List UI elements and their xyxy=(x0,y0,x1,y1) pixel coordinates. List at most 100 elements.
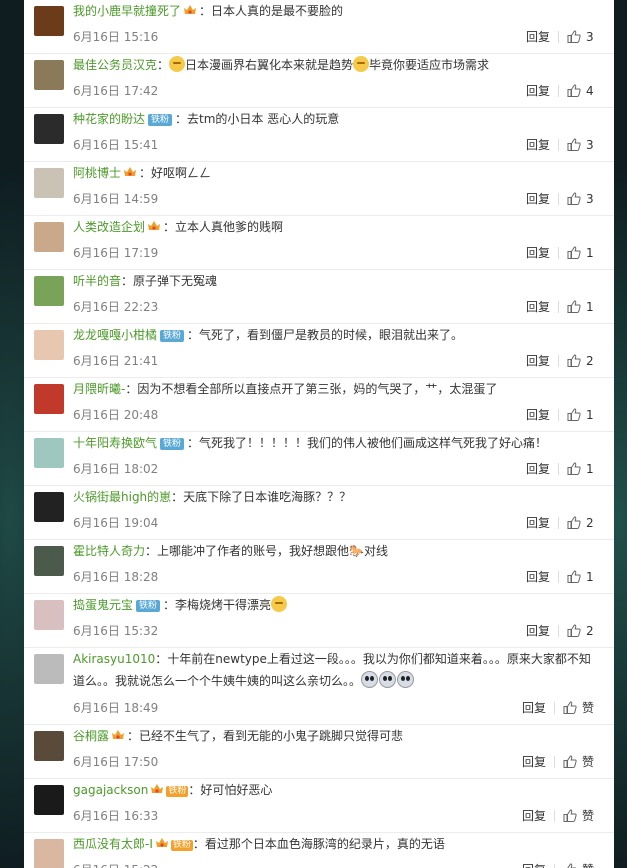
comment-actions: 回复 4 xyxy=(526,82,594,99)
vip-crown-icon xyxy=(155,836,169,848)
reply-button[interactable]: 回复 xyxy=(526,28,550,45)
like-count[interactable]: 赞 xyxy=(582,699,594,716)
like-count[interactable]: 赞 xyxy=(582,753,594,770)
like-count[interactable]: 1 xyxy=(586,300,594,314)
avatar[interactable] xyxy=(34,785,64,815)
avatar[interactable] xyxy=(34,438,64,468)
like-thumb-icon[interactable] xyxy=(567,624,581,637)
reply-button[interactable]: 回复 xyxy=(522,753,546,770)
like-thumb-icon[interactable] xyxy=(567,84,581,97)
reply-button[interactable]: 回复 xyxy=(526,406,550,423)
vip-crown-icon xyxy=(183,3,197,15)
comment-item: Akirasyu1010：十年前在newtype上看过这一段。。。我以为你们都知… xyxy=(24,648,614,725)
username-link[interactable]: 阿桃博士 xyxy=(73,166,121,180)
like-thumb-icon[interactable] xyxy=(567,408,581,421)
reply-button[interactable]: 回复 xyxy=(522,807,546,824)
reply-button[interactable]: 回复 xyxy=(526,568,550,585)
comment-text-line: Akirasyu1010：十年前在newtype上看过这一段。。。我以为你们都知… xyxy=(73,648,602,692)
avatar[interactable] xyxy=(34,60,64,90)
reply-button[interactable]: 回复 xyxy=(526,352,550,369)
like-thumb-icon[interactable] xyxy=(567,516,581,529)
timestamp: 6月16日 18:28 xyxy=(73,570,159,584)
reply-button[interactable]: 回复 xyxy=(526,460,550,477)
username-link[interactable]: 捣蛋鬼元宝 xyxy=(73,598,133,612)
like-thumb-icon[interactable] xyxy=(567,570,581,583)
timestamp: 6月16日 15:16 xyxy=(73,30,159,44)
comment-actions: 回复 1 xyxy=(526,568,594,585)
username-link[interactable]: 人类改造企划 xyxy=(73,220,145,234)
avatar[interactable] xyxy=(34,276,64,306)
reply-button[interactable]: 回复 xyxy=(522,699,546,716)
like-count[interactable]: 赞 xyxy=(582,807,594,824)
avatar[interactable] xyxy=(34,839,64,868)
timestamp: 6月16日 15:32 xyxy=(73,624,159,638)
reply-button[interactable]: 回复 xyxy=(526,298,550,315)
reply-button[interactable]: 回复 xyxy=(526,622,550,639)
avatar[interactable] xyxy=(34,114,64,144)
avatar[interactable] xyxy=(34,546,64,576)
like-thumb-icon[interactable] xyxy=(563,863,577,868)
comment-text: ：好可怕好恶心 xyxy=(188,783,273,797)
like-thumb-icon[interactable] xyxy=(567,192,581,205)
like-thumb-icon[interactable] xyxy=(567,354,581,367)
comment-text-line: 龙龙嘎嘎小柑橘 铁粉 ：气死了，看到僵尸是教员的时候，眼泪就出来了。 xyxy=(73,326,602,345)
vip-crown-icon xyxy=(150,782,164,794)
like-thumb-icon[interactable] xyxy=(563,755,577,768)
comment-actions: 回复 3 xyxy=(526,28,594,45)
username-link[interactable]: 十年阳寿换欧气 xyxy=(73,436,157,450)
username-link[interactable]: gagajackson xyxy=(73,783,148,797)
avatar[interactable] xyxy=(34,600,64,630)
reply-button[interactable]: 回复 xyxy=(526,514,550,531)
like-thumb-icon[interactable] xyxy=(563,809,577,822)
avatar[interactable] xyxy=(34,384,64,414)
like-count[interactable]: 2 xyxy=(586,516,594,530)
username-link[interactable]: 最佳公务员汉克 xyxy=(73,58,157,72)
like-thumb-icon[interactable] xyxy=(567,138,581,151)
like-count[interactable]: 3 xyxy=(586,192,594,206)
avatar[interactable] xyxy=(34,731,64,761)
username-link[interactable]: 月隈昕曦- xyxy=(73,382,125,396)
like-count[interactable]: 4 xyxy=(586,84,594,98)
avatar[interactable] xyxy=(34,654,64,684)
like-count[interactable]: 3 xyxy=(586,138,594,152)
fan-badge: 铁粉 xyxy=(148,114,173,126)
reply-button[interactable]: 回复 xyxy=(526,136,550,153)
reply-button[interactable]: 回复 xyxy=(522,861,546,868)
like-count[interactable]: 1 xyxy=(586,246,594,260)
divider xyxy=(558,462,559,475)
username-link[interactable]: 龙龙嘎嘎小柑橘 xyxy=(73,328,157,342)
like-count[interactable]: 1 xyxy=(586,408,594,422)
like-count[interactable]: 赞 xyxy=(582,861,594,868)
like-count[interactable]: 1 xyxy=(586,570,594,584)
like-thumb-icon[interactable] xyxy=(567,246,581,259)
like-count[interactable]: 3 xyxy=(586,30,594,44)
like-count[interactable]: 2 xyxy=(586,354,594,368)
avatar[interactable] xyxy=(34,330,64,360)
avatar[interactable] xyxy=(34,222,64,252)
username-link[interactable]: 我的小鹿早就撞死了 xyxy=(73,4,181,18)
username-link[interactable]: Akirasyu1010 xyxy=(73,652,155,666)
avatar[interactable] xyxy=(34,168,64,198)
avatar[interactable] xyxy=(34,6,64,36)
like-thumb-icon[interactable] xyxy=(563,701,577,714)
divider xyxy=(558,192,559,205)
username-link[interactable]: 霍比特人奇力 xyxy=(73,544,145,558)
reply-button[interactable]: 回复 xyxy=(526,82,550,99)
like-count[interactable]: 2 xyxy=(586,624,594,638)
like-count[interactable]: 1 xyxy=(586,462,594,476)
like-thumb-icon[interactable] xyxy=(567,30,581,43)
username-link[interactable]: 火锅街最high的崽 xyxy=(73,490,171,504)
face-emoji-icon xyxy=(361,671,379,688)
like-thumb-icon[interactable] xyxy=(567,300,581,313)
username-link[interactable]: 种花家的盼达 xyxy=(73,112,145,126)
like-thumb-icon[interactable] xyxy=(567,462,581,475)
username-link[interactable]: 听半的音 xyxy=(73,274,121,288)
reply-button[interactable]: 回复 xyxy=(526,244,550,261)
comment-text: ：气死我了！！！！！我们的伟人被他们画成这样气死我了好心痛！ xyxy=(187,436,548,450)
comment-actions: 回复 1 xyxy=(526,460,594,477)
username-link[interactable]: 谷桐露 xyxy=(73,729,109,743)
reply-button[interactable]: 回复 xyxy=(526,190,550,207)
comment-actions: 回复 2 xyxy=(526,352,594,369)
avatar[interactable] xyxy=(34,492,64,522)
username-link[interactable]: 西瓜没有太郎-I xyxy=(73,837,153,851)
